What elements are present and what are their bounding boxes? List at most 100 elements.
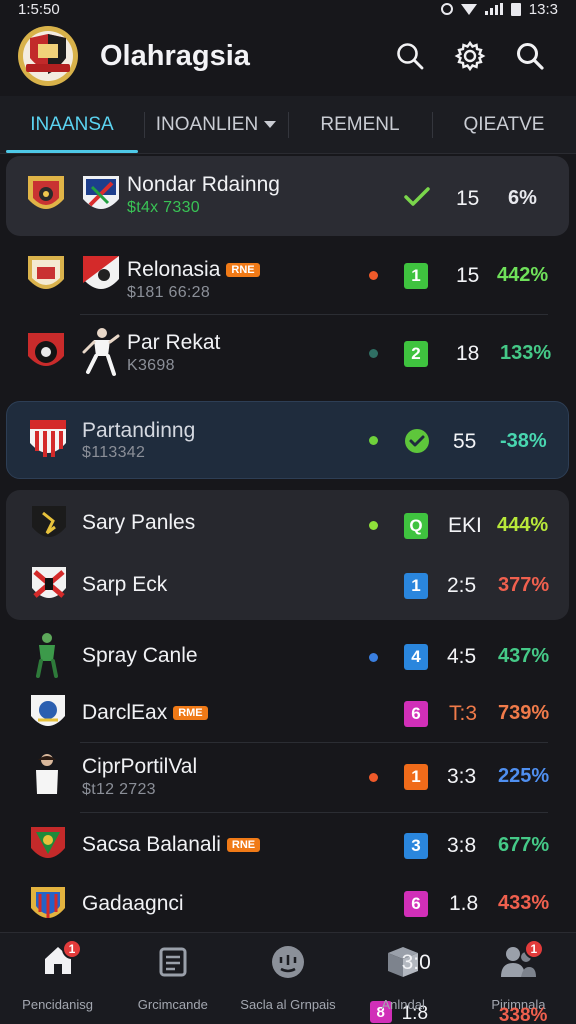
- tab-remenl[interactable]: REMENL: [288, 96, 432, 153]
- match-score: 3:3: [447, 765, 477, 788]
- tab-label: INOANLIEN: [155, 113, 259, 135]
- nav-label: Anlndal: [381, 997, 425, 1012]
- highlight-card-group: [6, 490, 569, 620]
- match-score: 1.8: [449, 892, 479, 915]
- match-score: EKI: [448, 514, 482, 537]
- nav-score: 3:0: [401, 951, 431, 974]
- rank-badge: Q: [404, 513, 428, 539]
- player-icon: [36, 633, 58, 678]
- team-name: Gadaagnci: [82, 892, 184, 915]
- location-icon: [440, 3, 453, 15]
- status-dot: [369, 773, 378, 782]
- team-name-row: DarclEax RME: [82, 701, 208, 725]
- notification-badge: 1: [523, 939, 544, 959]
- match-percentage: 444%: [497, 514, 549, 536]
- status-dot: [369, 349, 378, 358]
- gear-icon: [454, 40, 486, 72]
- ball-icon: [272, 946, 304, 978]
- match-score: 18: [456, 342, 480, 365]
- status-dot: [369, 653, 378, 662]
- team-crest-icon: [31, 887, 65, 918]
- status-right-text: 13:3: [528, 0, 558, 18]
- match-percentage: 338%: [498, 1005, 548, 1024]
- team-crest-icon: [83, 176, 119, 209]
- team-subtitle: $113342: [82, 444, 146, 461]
- rank-badge: 2: [404, 341, 428, 367]
- tab-inoanlien[interactable]: INOANLIEN: [144, 96, 288, 153]
- tab-inaansa[interactable]: INAANSA: [0, 96, 144, 153]
- battery-icon: [510, 2, 521, 16]
- wifi-icon: [460, 3, 477, 15]
- tab-label: INAANSA: [30, 113, 114, 135]
- status-dot: [369, 271, 378, 280]
- match-score: 15: [456, 187, 480, 210]
- rank-badge: 1: [404, 263, 428, 289]
- match-percentage: 225%: [498, 765, 550, 787]
- chevron-down-icon: [264, 121, 277, 128]
- match-percentage: 133%: [500, 342, 552, 364]
- match-percentage: 442%: [497, 264, 549, 286]
- team-crest-icon: [31, 827, 65, 858]
- tab-label: QIEATVE: [463, 113, 545, 135]
- verified-icon: [405, 429, 429, 453]
- app-bar: Olahragsia: [0, 18, 576, 94]
- team-subtitle: $t12 2723: [82, 781, 156, 798]
- nav-label: Grcimcande: [137, 997, 208, 1012]
- app-title: Olahragsia: [100, 39, 250, 72]
- match-score: T:3: [449, 702, 478, 725]
- match-percentage: 739%: [498, 702, 550, 724]
- nav-item-home[interactable]: 1 Pencidanisg: [0, 933, 115, 1024]
- tab-bar: INAANSA INOANLIEN REMENL QIEATVE: [0, 96, 576, 154]
- check-icon: [404, 187, 430, 206]
- search-button-2[interactable]: [500, 26, 560, 86]
- team-crest-icon: [28, 256, 64, 289]
- nav-label: Sacla al Grnpais: [240, 997, 336, 1012]
- team-name: Sary Panles: [82, 511, 196, 534]
- nav-item-groups[interactable]: Sacla al Grnpais: [230, 933, 345, 1024]
- calendar-icon: [159, 947, 187, 977]
- team-name: CiprPortilVal: [82, 755, 198, 778]
- status-dot: [369, 436, 378, 445]
- team-crest-icon: [28, 176, 64, 209]
- match-percentage: -38%: [500, 430, 547, 452]
- match-score: 2:5: [447, 574, 477, 597]
- team-name-row: Relonasia RNE: [127, 258, 260, 282]
- team-name: Sarp Eck: [82, 573, 168, 596]
- match-percentage: 437%: [498, 645, 550, 667]
- team-crest-icon: [83, 256, 119, 289]
- live-tag: RNE: [226, 263, 260, 278]
- bottom-navigation: 1 Pencidanisg Grcimcande Sacla al Grnpai…: [0, 932, 576, 1024]
- match-percentage: 433%: [498, 892, 550, 914]
- signal-icon: [484, 3, 503, 15]
- rank-badge: 1: [404, 764, 428, 790]
- status-bar: 1:5:50 13:3: [0, 0, 576, 18]
- status-icons: 13:3: [440, 0, 558, 18]
- settings-button[interactable]: [440, 26, 500, 86]
- nav-item-matches[interactable]: Grcimcande: [115, 933, 230, 1024]
- nav-item-profile[interactable]: 1 Pirimnala 338%: [461, 933, 576, 1024]
- rank-badge: 4: [404, 644, 428, 670]
- rank-badge: 3: [404, 833, 428, 859]
- search-icon: [517, 43, 544, 70]
- team-name: Nondar Rdainng: [127, 173, 280, 196]
- live-tag: RNE: [226, 838, 261, 853]
- nav-item-stats[interactable]: 3:0 8 1:8 Anlndal: [346, 933, 461, 1024]
- status-dot: [369, 521, 378, 530]
- team-crest-icon: [28, 333, 64, 366]
- match-percentage: 677%: [498, 834, 550, 856]
- team-crest-icon: [30, 420, 66, 457]
- team-subtitle: K3698: [127, 357, 175, 374]
- nav-label: Pencidanisg: [22, 997, 93, 1012]
- player-icon: [82, 328, 120, 376]
- team-crest-icon: [32, 567, 66, 598]
- rank-badge: 6: [404, 891, 428, 917]
- rank-badge: 6: [404, 701, 428, 727]
- tab-qieatve[interactable]: QIEATVE: [432, 96, 576, 153]
- search-button[interactable]: [380, 26, 440, 86]
- app-logo[interactable]: [16, 24, 80, 88]
- team-crest-icon: [31, 695, 65, 726]
- divider: [80, 742, 548, 743]
- player-icon: [36, 754, 58, 794]
- team-name: Par Rekat: [127, 331, 221, 354]
- match-percentage: 377%: [498, 574, 550, 596]
